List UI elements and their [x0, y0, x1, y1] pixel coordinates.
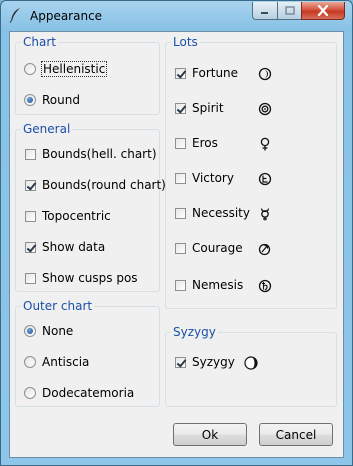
- lot-nemesis[interactable]: Nemesis: [175, 276, 243, 294]
- lots-group-label: Lots: [171, 35, 200, 49]
- close-icon: [317, 5, 329, 16]
- radio-label: Round: [42, 93, 80, 107]
- fortune-symbol-icon: [258, 67, 272, 81]
- checkbox-label: Topocentric: [42, 209, 111, 223]
- nemesis-symbol-icon: [258, 279, 272, 293]
- checkbox[interactable]: [25, 241, 36, 253]
- lot-spirit[interactable]: Spirit: [175, 99, 224, 117]
- checkbox[interactable]: [175, 279, 186, 291]
- outer-chart-group-label: Outer chart: [21, 299, 95, 313]
- lot-label: Necessity: [192, 206, 250, 220]
- spirit-symbol-icon: [258, 102, 272, 116]
- chart-group-label: Chart: [21, 35, 58, 49]
- checkbox[interactable]: [175, 102, 186, 114]
- dialog-body: Chart Hellenistic Round General Bounds(h…: [9, 31, 344, 458]
- ok-button[interactable]: Ok: [173, 423, 247, 446]
- checkbox[interactable]: [175, 242, 186, 254]
- checkbox[interactable]: [175, 67, 186, 79]
- lots-group: Lots Fortune Spirit Eros Victory Necessi…: [165, 35, 337, 309]
- lot-courage[interactable]: Courage: [175, 239, 243, 257]
- lot-victory[interactable]: Victory: [175, 169, 234, 187]
- quill-icon: [9, 8, 20, 23]
- checkbox-label: Bounds(round chart): [42, 178, 166, 192]
- checkbox[interactable]: [175, 356, 186, 368]
- syzygy-group: Syzygy Syzygy: [165, 325, 337, 407]
- checkbox-show-data[interactable]: Show data: [25, 238, 105, 256]
- lot-label: Spirit: [192, 101, 224, 115]
- radio-button[interactable]: [24, 325, 36, 337]
- checkbox[interactable]: [25, 210, 36, 222]
- appearance-window: Appearance Chart Hellenistic Round Gener…: [0, 0, 353, 466]
- checkbox[interactable]: [25, 272, 36, 284]
- radio-button[interactable]: [24, 94, 36, 106]
- lot-label: Fortune: [192, 66, 239, 80]
- outer-chart-group: Outer chart None Antiscia Dodecatemoria: [15, 299, 160, 407]
- checkbox-label: Show data: [42, 240, 106, 254]
- necessity-symbol-icon: [260, 208, 270, 221]
- radio-round[interactable]: Round: [24, 91, 80, 109]
- eros-symbol-icon: [260, 137, 270, 151]
- radio-none[interactable]: None: [24, 322, 73, 340]
- checkbox[interactable]: [25, 148, 36, 160]
- lot-necessity[interactable]: Necessity: [175, 204, 250, 222]
- radio-label: Antiscia: [42, 355, 90, 369]
- checkbox-bounds-round[interactable]: Bounds(round chart): [25, 176, 166, 194]
- chart-group: Chart Hellenistic Round: [15, 35, 160, 115]
- radio-button[interactable]: [24, 356, 36, 368]
- syzygy-group-label: Syzygy: [171, 325, 218, 339]
- minimize-button[interactable]: [252, 2, 278, 20]
- radio-label: Dodecatemoria: [42, 386, 135, 400]
- radio-label: Hellenistic: [40, 61, 108, 77]
- radio-label: None: [42, 324, 74, 338]
- checkbox-label: Show cusps pos: [42, 271, 138, 285]
- checkbox-show-cusps[interactable]: Show cusps pos: [25, 269, 138, 287]
- cancel-button[interactable]: Cancel: [259, 423, 333, 446]
- lot-fortune[interactable]: Fortune: [175, 64, 238, 82]
- title-bar[interactable]: Appearance: [1, 1, 352, 31]
- checkbox-label: Bounds(hell. chart): [42, 147, 157, 161]
- checkbox[interactable]: [175, 207, 186, 219]
- radio-antiscia[interactable]: Antiscia: [24, 353, 89, 371]
- checkbox[interactable]: [175, 172, 186, 184]
- close-button[interactable]: [301, 2, 345, 20]
- maximize-icon: [284, 6, 295, 15]
- syzygy-label: Syzygy: [192, 355, 235, 369]
- window-title: Appearance: [30, 9, 103, 23]
- checkbox-bounds-hell[interactable]: Bounds(hell. chart): [25, 145, 157, 163]
- general-group: General Bounds(hell. chart) Bounds(round…: [15, 122, 166, 292]
- checkbox[interactable]: [175, 137, 186, 149]
- lot-eros[interactable]: Eros: [175, 134, 218, 152]
- victory-symbol-icon: [258, 172, 272, 186]
- lot-label: Nemesis: [192, 278, 244, 292]
- radio-dodecatemoria[interactable]: Dodecatemoria: [24, 384, 134, 402]
- radio-hellenistic[interactable]: Hellenistic: [24, 60, 108, 78]
- courage-symbol-icon: [258, 243, 271, 256]
- checkbox[interactable]: [25, 179, 36, 191]
- lot-label: Victory: [192, 171, 234, 185]
- maximize-button[interactable]: [277, 2, 302, 20]
- lot-label: Eros: [192, 136, 218, 150]
- checkbox-topocentric[interactable]: Topocentric: [25, 207, 111, 225]
- checkbox-syzygy[interactable]: Syzygy: [175, 353, 235, 371]
- minimize-icon: [261, 11, 268, 14]
- lot-label: Courage: [192, 241, 243, 255]
- radio-button[interactable]: [24, 387, 36, 399]
- general-group-label: General: [21, 122, 73, 136]
- radio-button[interactable]: [24, 63, 36, 75]
- moon-phase-icon: [244, 356, 258, 370]
